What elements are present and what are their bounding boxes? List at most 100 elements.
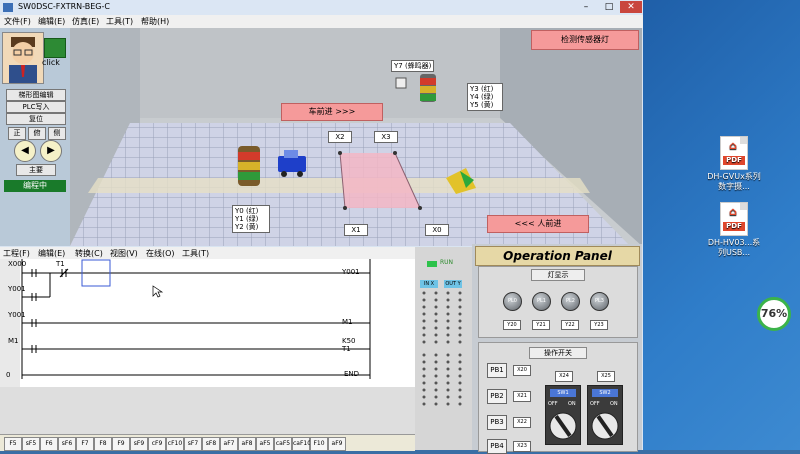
lamp-section-title: 灯显示 [531, 269, 585, 281]
minimize-button[interactable]: – [575, 1, 597, 13]
click-label: click [42, 58, 60, 67]
run-label: RUN [440, 259, 454, 266]
pb4-addr: X23 [513, 441, 531, 452]
cone-label-green: Y1 (绿) [235, 215, 259, 223]
menu-help[interactable]: 帮助(H) [141, 16, 169, 27]
desktop-file-1-name: DH-GVUx系列数字摄... [707, 172, 761, 191]
fkey-4[interactable]: sF6 [58, 437, 76, 451]
sensor-x3: X3 [374, 131, 398, 143]
sensor-x0: X0 [425, 224, 449, 236]
sw1-knob-icon [549, 412, 577, 440]
ladder-menu-convert[interactable]: 转换(C) [75, 248, 103, 259]
fkey-14[interactable]: aF8 [238, 437, 256, 451]
ladder-menu-edit[interactable]: 编辑(E) [38, 248, 65, 259]
ladder-menu-online[interactable]: 在线(O) [146, 248, 175, 259]
fkey-17[interactable]: caF10 [292, 437, 311, 451]
switch-section: 操作开关 PB1 X20 PB2 X21 PB3 X22 PB4 X23 X24… [478, 342, 638, 454]
run-led [427, 261, 437, 267]
lamp-addr-y23: Y23 [590, 320, 608, 330]
buzzer-label: Y7 (蜂鸣器) [391, 60, 435, 72]
menu-file[interactable]: 文件(F) [4, 16, 31, 27]
ladder-menu-tools[interactable]: 工具(T) [182, 248, 209, 259]
person-forward-button[interactable]: <<< 人前进 [487, 215, 589, 233]
desktop-file-2[interactable]: ⌂ PDF DH-HV03...系列USB... [704, 202, 764, 258]
lamp-pl1: PL1 [532, 292, 551, 311]
main-button[interactable]: 主要 [16, 164, 56, 176]
rung1-contact-b: T1 [56, 260, 65, 268]
switch-section-title: 操作开关 [529, 347, 587, 359]
fkey-9[interactable]: cF9 [148, 437, 166, 451]
in-x-header: IN X [420, 280, 438, 288]
pdf-file-icon: ⌂ PDF [720, 136, 748, 170]
push-button-pb1[interactable]: PB1 [487, 363, 507, 378]
lamp-addr-y20: Y20 [503, 320, 521, 330]
fkey-10[interactable]: cF10 [166, 437, 184, 451]
fkey-11[interactable]: sF7 [184, 437, 202, 451]
menu-edit[interactable]: 编辑(E) [38, 16, 65, 27]
end-step-number: 0 [6, 371, 11, 379]
detect-sensor-light-button[interactable]: 检测传感器灯 [531, 30, 639, 50]
push-button-pb3[interactable]: PB3 [487, 415, 507, 430]
arrow-right-icon[interactable]: ▶ [40, 140, 62, 162]
fkey-13[interactable]: aF7 [220, 437, 238, 451]
fkey-8[interactable]: sF9 [130, 437, 148, 451]
fkey-12[interactable]: sF8 [202, 437, 220, 451]
selector-switch-1[interactable]: SW1 OFF ON [545, 385, 581, 445]
progress-badge: 76% [757, 297, 791, 331]
close-button[interactable]: ✕ [620, 1, 642, 13]
sw2-knob-icon [591, 412, 619, 440]
sw2-label: SW2 [592, 389, 618, 397]
end-instruction: END [344, 370, 360, 378]
fkey-18[interactable]: F10 [310, 437, 328, 451]
tower-light-labels: Y3 (红) Y4 (绿) Y5 (黄) [467, 83, 503, 111]
fkey-6[interactable]: F8 [94, 437, 112, 451]
pdf-file-icon: ⌂ PDF [720, 202, 748, 236]
pb1-addr: X20 [513, 365, 531, 376]
push-button-pb2[interactable]: PB2 [487, 389, 507, 404]
maximize-button[interactable]: □ [598, 1, 620, 13]
lamp-addr-y21: Y21 [532, 320, 550, 330]
sw2-addr: X25 [597, 371, 615, 382]
push-button-pb4[interactable]: PB4 [487, 439, 507, 454]
tower-label-red: Y3 (红) [470, 85, 494, 93]
car-forward-button[interactable]: 车前进 >>> [281, 103, 383, 121]
ladder-diagram[interactable]: X000 T1 Y001 Y001 Y001 M1 M1 K50 T1 0 EN… [0, 259, 415, 434]
rung3-setting: K50 [342, 337, 356, 345]
sw1-label: SW1 [550, 389, 576, 397]
cone-label-red: Y0 (红) [235, 207, 259, 215]
ladder-edit-button[interactable]: 梯形图编辑 [6, 89, 66, 101]
tower-label-yellow: Y5 (黄) [470, 101, 494, 109]
file-1-type: PDF [723, 156, 745, 165]
fkey-19[interactable]: aF9 [328, 437, 346, 451]
ladder-menu-project[interactable]: 工程(F) [3, 248, 30, 259]
lamp-pl2: PL2 [561, 292, 580, 311]
app-icon [3, 3, 13, 12]
selector-switch-2[interactable]: SW2 OFF ON [587, 385, 623, 445]
ladder-menu-view[interactable]: 视图(V) [110, 248, 138, 259]
desktop-file-1[interactable]: ⌂ PDF DH-GVUx系列数字摄... [704, 136, 764, 192]
cone-light-labels: Y0 (红) Y1 (绿) Y2 (黄) [232, 205, 270, 233]
fkey-1[interactable]: F5 [4, 437, 22, 451]
rung1-branch-contact: Y001 [8, 285, 26, 293]
fkey-16[interactable]: caF5 [274, 437, 292, 451]
view-top-button[interactable]: 俯 [28, 127, 46, 140]
lamp-pl3: PL3 [590, 292, 609, 311]
sensor-x2: X2 [328, 131, 352, 143]
view-front-button[interactable]: 正 [8, 127, 26, 140]
view-side-button[interactable]: 侧 [48, 127, 66, 140]
fkey-15[interactable]: aF5 [256, 437, 274, 451]
fkey-3[interactable]: F6 [40, 437, 58, 451]
simulation-scene [70, 28, 642, 246]
plc-write-button[interactable]: PLC写入 [6, 101, 66, 113]
reset-button[interactable]: 复位 [6, 113, 66, 125]
teacher-avatar [2, 32, 44, 84]
arrow-left-icon[interactable]: ◀ [14, 140, 36, 162]
menu-simulate[interactable]: 仿真(E) [72, 16, 99, 27]
menu-tools[interactable]: 工具(T) [106, 16, 133, 27]
title-bar: SW0DSC-FXTRN-BEG-C [0, 0, 643, 16]
lamp-pl0: PL0 [503, 292, 522, 311]
fkey-7[interactable]: F9 [112, 437, 130, 451]
fkey-5[interactable]: F7 [76, 437, 94, 451]
fkey-2[interactable]: sF5 [22, 437, 40, 451]
book-icon[interactable] [44, 38, 66, 58]
